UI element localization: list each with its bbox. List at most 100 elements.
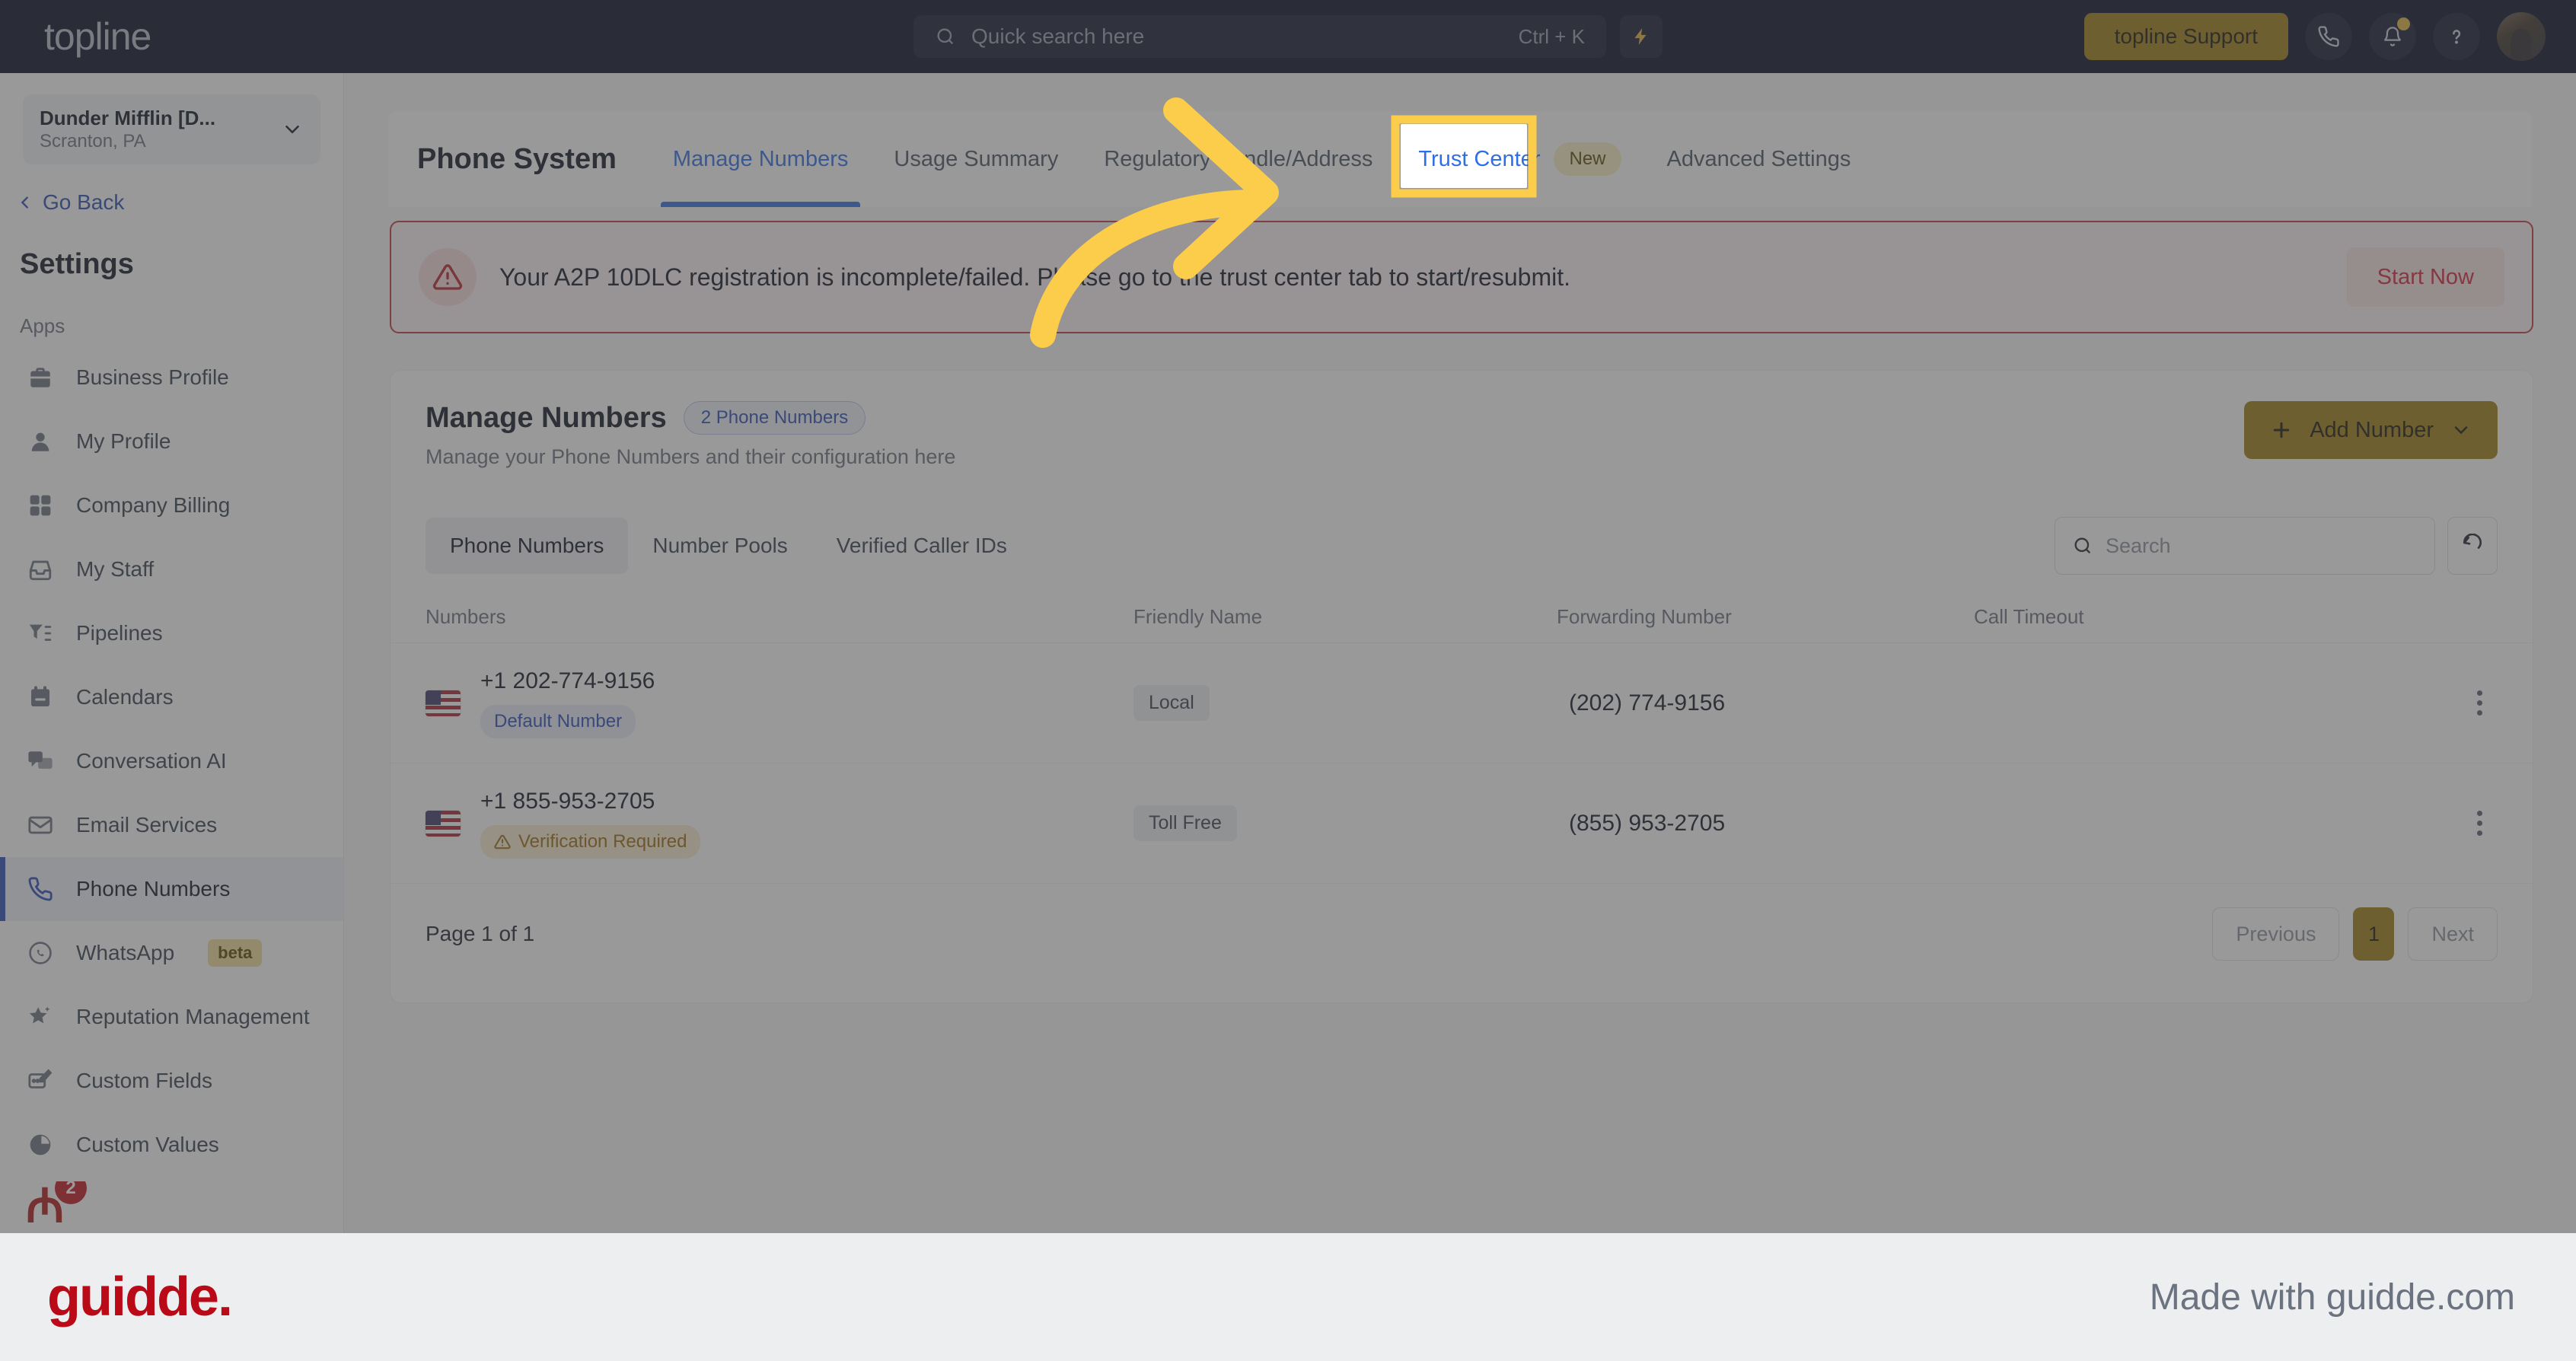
sidebar-item-business-profile[interactable]: Business Profile	[0, 346, 343, 410]
organization-switcher[interactable]: Dunder Mifflin [D... Scranton, PA	[23, 94, 320, 164]
phone-numbers-table: Numbers Friendly Name Forwarding Number …	[391, 591, 2533, 984]
sidebar-item-label: Company Billing	[76, 493, 231, 517]
sidebar-item-label: Custom Values	[76, 1133, 219, 1156]
plus-icon	[2270, 419, 2293, 441]
panel-subtabs: Phone Numbers Number Pools Verified Call…	[391, 500, 2533, 591]
sidebar-item-label: Phone Numbers	[76, 877, 231, 900]
sidebar-item-label: Conversation AI	[76, 749, 227, 773]
notification-count-badge: ₼ 2	[26, 1181, 87, 1229]
add-number-label: Add Number	[2310, 417, 2434, 442]
start-now-button[interactable]: Start Now	[2346, 247, 2504, 307]
sidebar-item-calendars[interactable]: Calendars	[0, 665, 343, 729]
tab-manage-numbers[interactable]: Manage Numbers	[650, 111, 872, 207]
panel-header: Manage Numbers 2 Phone Numbers Manage yo…	[391, 371, 2533, 500]
sidebar-item-reputation-management[interactable]: Reputation Management	[0, 985, 343, 1049]
page-number-button[interactable]: 1	[2353, 907, 2395, 961]
phone-icon	[26, 875, 55, 904]
sidebar-item-label: WhatsApp	[76, 941, 175, 964]
sidebar-item-label: My Staff	[76, 557, 155, 581]
tab-regulatory-bundle-address[interactable]: Regulatory Bundle/Address	[1081, 111, 1395, 207]
next-page-button[interactable]: Next	[2408, 907, 2498, 961]
lightning-bolt-icon[interactable]	[1620, 15, 1663, 58]
sidebar-item-label: Email Services	[76, 813, 218, 837]
status-badge: Verification Required	[480, 824, 701, 859]
previous-page-button[interactable]: Previous	[2212, 907, 2340, 961]
inbox-icon	[26, 555, 55, 584]
topline-support-button[interactable]: topline Support	[2083, 13, 2288, 60]
calendar-icon	[26, 683, 55, 712]
sidebar-item-custom-values[interactable]: Custom Values	[0, 1113, 343, 1177]
friendly-name: (202) 774-9156	[1569, 690, 1726, 716]
sidebar-item-email-services[interactable]: Email Services	[0, 793, 343, 857]
sidebar-item-label: Reputation Management	[76, 1005, 310, 1028]
sidebar-item-whatsapp[interactable]: WhatsApp beta	[0, 921, 343, 985]
subtab-label: Number Pools	[652, 534, 788, 557]
tab-usage-summary[interactable]: Usage Summary	[871, 111, 1081, 207]
pie-chart-icon	[26, 1130, 55, 1159]
table-pagination: Page 1 of 1 Previous 1 Next	[391, 884, 2533, 984]
chevron-down-icon	[2450, 419, 2472, 441]
phone-icon[interactable]	[2305, 13, 2352, 60]
made-with-guidde-label: Made with guidde.com	[2149, 1277, 2515, 1318]
sidebar-item-label: Calendars	[76, 685, 174, 709]
table-row[interactable]: +1 855-953-2705 Verification Required To…	[391, 763, 2533, 884]
notification-dot	[2397, 18, 2410, 30]
add-number-button[interactable]: Add Number	[2244, 401, 2498, 459]
search-input[interactable]: Search	[2055, 517, 2435, 575]
application-root: topline Quick search here Ctrl + K topli…	[0, 0, 2576, 1361]
panel-subtitle: Manage your Phone Numbers and their conf…	[426, 445, 956, 468]
chevron-down-icon	[281, 118, 304, 141]
bell-icon[interactable]	[2369, 13, 2416, 60]
help-icon[interactable]	[2433, 13, 2480, 60]
phone-system-tabbar: Phone System Manage Numbers Usage Summar…	[388, 111, 2532, 207]
page-title: Settings	[20, 248, 134, 280]
sidebar-item-conversation-ai[interactable]: Conversation AI	[0, 729, 343, 793]
subtab-number-pools[interactable]: Number Pools	[628, 518, 811, 574]
go-back-label: Go Back	[43, 190, 125, 214]
subtab-label: Verified Caller IDs	[836, 534, 1007, 557]
table-row[interactable]: +1 202-774-9156 Default Number Local (20…	[391, 643, 2533, 763]
sidebar-item-company-billing[interactable]: Company Billing	[0, 473, 343, 537]
topbar-actions: topline Support	[2083, 0, 2546, 73]
tab-label: Regulatory Bundle/Address	[1104, 146, 1373, 171]
sidebar-item-my-staff[interactable]: My Staff	[0, 537, 343, 601]
subtab-verified-caller-ids[interactable]: Verified Caller IDs	[812, 518, 1031, 574]
guidde-footer: guidde. Made with guidde.com	[0, 1233, 2576, 1361]
pencil-card-icon	[26, 1066, 55, 1095]
kebab-menu-icon[interactable]	[2461, 685, 2498, 722]
avatar[interactable]	[2497, 12, 2546, 61]
go-back-link[interactable]: Go Back	[17, 190, 343, 215]
phone-numbers-count-badge: 2 Phone Numbers	[683, 401, 866, 435]
tab-trust-center[interactable]: Trust Center New	[1395, 111, 1643, 207]
sidebar-item-my-profile[interactable]: My Profile	[0, 410, 343, 473]
us-flag-icon	[426, 690, 461, 716]
status-badge: Default Number	[480, 704, 636, 738]
friendly-name: (855) 953-2705	[1569, 810, 1726, 836]
sidebar-item-label: My Profile	[76, 429, 171, 453]
tab-advanced-settings[interactable]: Advanced Settings	[1644, 111, 1874, 207]
sidebar-item-custom-fields[interactable]: Custom Fields	[0, 1049, 343, 1113]
sidebar-item-pipelines[interactable]: Pipelines	[0, 601, 343, 665]
alert-message: Your A2P 10DLC registration is incomplet…	[499, 263, 1570, 291]
table-header-row: Numbers Friendly Name Forwarding Number …	[391, 591, 2533, 643]
phone-number: +1 855-953-2705	[480, 788, 655, 814]
tab-label: Manage Numbers	[672, 146, 849, 171]
new-badge: New	[1554, 142, 1621, 176]
settings-sidebar: Dunder Mifflin [D... Scranton, PA Go Bac…	[0, 73, 344, 1233]
kebab-menu-icon[interactable]	[2461, 805, 2498, 842]
organization-name: Dunder Mifflin [D...	[40, 106, 216, 129]
chevron-left-icon	[17, 193, 33, 212]
number-type-chip: Toll Free	[1133, 805, 1237, 841]
tab-label: Advanced Settings	[1666, 146, 1851, 171]
manage-numbers-panel: Manage Numbers 2 Phone Numbers Manage yo…	[390, 370, 2533, 1003]
subtab-phone-numbers[interactable]: Phone Numbers	[426, 518, 629, 574]
subtab-label: Phone Numbers	[450, 534, 604, 557]
top-navigation-bar: topline Quick search here Ctrl + K topli…	[0, 0, 2576, 73]
tab-label: Usage Summary	[894, 146, 1059, 171]
quick-search-input[interactable]: Quick search here Ctrl + K	[913, 15, 1606, 58]
column-header-call-timeout: Call Timeout	[1974, 605, 2084, 628]
page-info: Page 1 of 1	[426, 922, 535, 945]
sidebar-item-phone-numbers[interactable]: Phone Numbers	[0, 857, 343, 921]
sidebar-item-partial[interactable]: ₼ 2	[0, 1181, 343, 1229]
refresh-icon[interactable]	[2447, 517, 2498, 575]
